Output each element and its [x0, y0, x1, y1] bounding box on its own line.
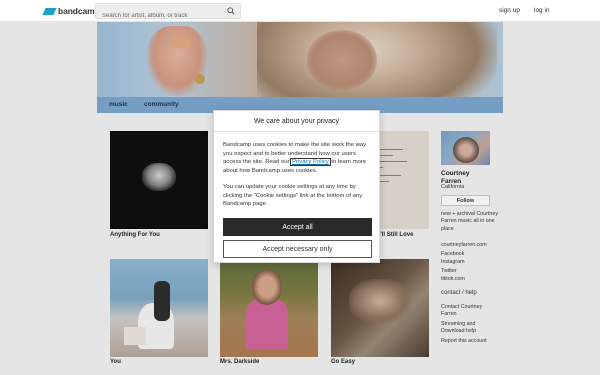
cookie-settings-note: You can update your cookie settings at a…	[223, 184, 363, 207]
bandcamp-logo-icon	[42, 7, 57, 15]
signup-link[interactable]: sign up	[499, 7, 520, 14]
privacy-policy-link[interactable]: Privacy Policy	[290, 158, 331, 166]
accept-all-button[interactable]: Accept all	[223, 218, 372, 236]
search-box	[95, 3, 241, 23]
logo-text: bandcamp	[58, 6, 100, 16]
cookie-consent-dialog: We care about your privacy Bandcamp uses…	[213, 110, 380, 263]
dialog-title: We care about your privacy	[214, 111, 379, 132]
cookie-description: Bandcamp uses cookies to make the site w…	[223, 142, 367, 174]
bandcamp-logo[interactable]: bandcamp	[42, 6, 100, 16]
search-icon[interactable]	[227, 7, 235, 15]
top-bar: bandcamp sign up log in	[0, 0, 600, 23]
login-link[interactable]: log in	[534, 7, 550, 14]
accept-necessary-button[interactable]: Accept necessary only	[223, 240, 372, 258]
search-input[interactable]	[96, 9, 226, 23]
